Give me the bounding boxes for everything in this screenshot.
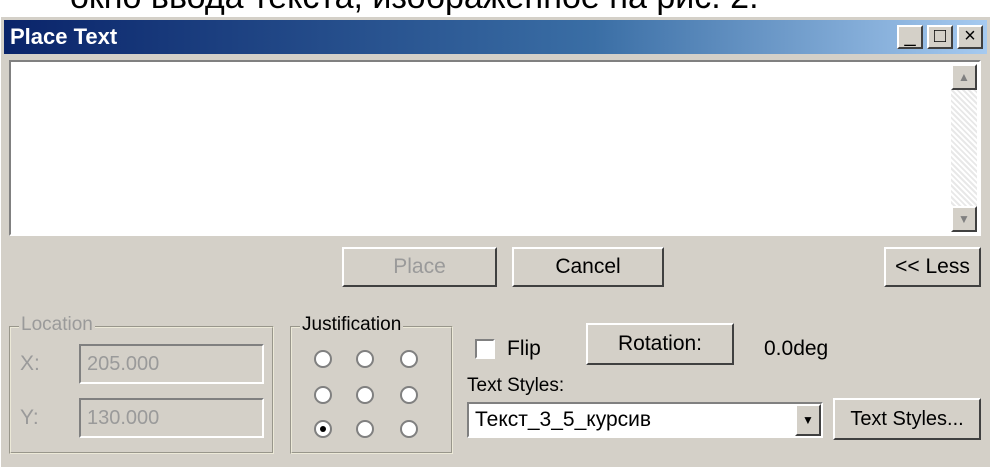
less-button[interactable]: << Less [884,247,981,287]
place-button[interactable]: Place [342,247,497,287]
location-legend: Location [19,314,95,336]
text-styles-label: Text Styles: [467,375,565,396]
y-field[interactable]: 130.000 [79,398,264,438]
rotation-value: 0.0deg [764,337,829,360]
dropdown-arrow-icon[interactable]: ▼ [795,404,821,436]
justify-top-right-radio[interactable] [400,350,418,368]
justification-legend: Justification [300,314,404,336]
justify-top-center-radio[interactable] [356,350,374,368]
flip-checkbox[interactable] [475,339,495,359]
x-field[interactable]: 205.000 [79,344,264,384]
rotation-button[interactable]: Rotation: [586,323,734,365]
y-label: Y: [20,406,39,429]
text-style-selected: Текст_3_5_курсив [475,408,652,431]
maximize-button[interactable]: □ [927,25,953,49]
place-text-dialog: Place Text _ □ × ▲ ▼ Place Cancel << Les… [0,16,990,467]
x-label: X: [20,352,40,375]
text-input-area[interactable]: ▲ ▼ [9,60,981,236]
text-styles-button[interactable]: Text Styles... [833,398,981,440]
cancel-button[interactable]: Cancel [512,247,664,287]
text-style-select[interactable]: Текст_3_5_курсив ▼ [467,402,823,438]
justify-middle-center-radio[interactable] [356,386,374,404]
justify-bottom-center-radio[interactable] [356,420,374,438]
window-title: Place Text [10,24,118,49]
close-button[interactable]: × [957,25,983,49]
justification-group: Justification [290,314,453,454]
scroll-down-button[interactable]: ▼ [951,206,977,232]
scroll-up-button[interactable]: ▲ [951,64,977,90]
justify-bottom-left-radio[interactable] [314,420,332,438]
title-bar[interactable]: Place Text _ □ × [4,20,987,54]
page-caption: окно ввода текста, изображенное на рис. … [70,0,759,17]
justify-bottom-right-radio[interactable] [400,420,418,438]
minimize-button[interactable]: _ [897,25,923,49]
justify-top-left-radio[interactable] [314,350,332,368]
justify-middle-right-radio[interactable] [400,386,418,404]
vertical-scrollbar[interactable]: ▲ ▼ [951,64,977,232]
location-group: Location X: 205.000 Y: 130.000 [9,314,274,454]
justify-middle-left-radio[interactable] [314,386,332,404]
flip-label: Flip [507,337,541,360]
